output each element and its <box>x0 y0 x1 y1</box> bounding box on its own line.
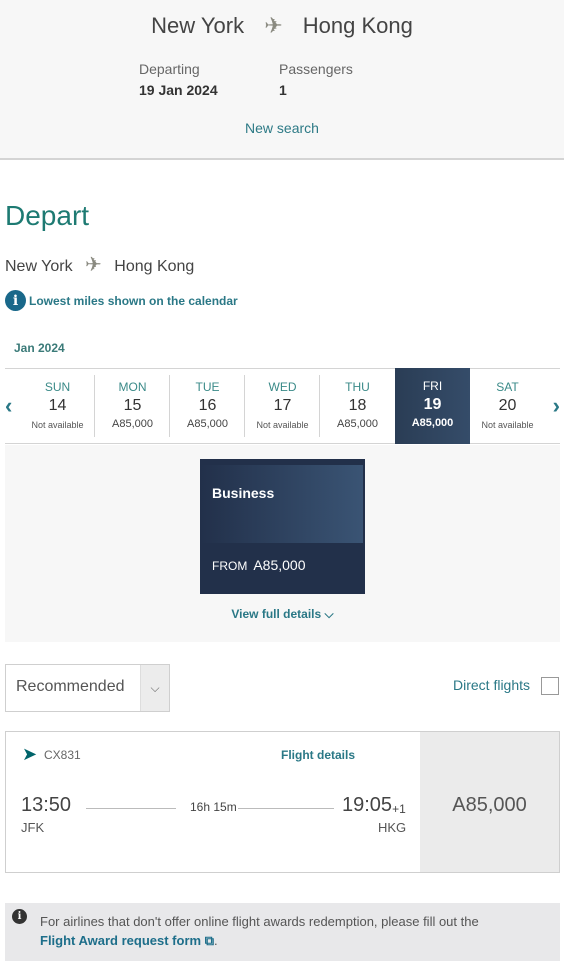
calendar-day-15[interactable]: MON 15 A85,000 <box>95 369 170 443</box>
plane-icon: ✈ <box>264 13 283 39</box>
day-of-week: FRI <box>422 379 443 393</box>
cabin-price-value: A85,000 <box>253 557 306 573</box>
departure-time: 13:50 <box>21 794 72 816</box>
chevron-down-icon: ⌵ <box>140 665 169 711</box>
notice-text: For airlines that don't offer online fli… <box>40 912 550 950</box>
departing-label: Departing <box>139 61 200 77</box>
award-notice: i For airlines that don't offer online f… <box>5 903 560 961</box>
new-search-link[interactable]: New search <box>0 120 564 136</box>
cabin-section: Business FROM A85,000 View full details ⌵ <box>5 445 560 642</box>
destination-city: Hong Kong <box>302 13 413 39</box>
calendar-day-20[interactable]: SAT 20 Not available <box>470 369 545 443</box>
flight-award-form-link[interactable]: Flight Award request form ⧉ <box>40 933 214 948</box>
day-number: 15 <box>123 397 142 414</box>
search-summary: New York ✈ Hong Kong Departing 19 Jan 20… <box>0 0 564 160</box>
destination-city: Hong Kong <box>114 258 195 275</box>
arrival-airport: HKG <box>378 820 407 835</box>
notice-body: For airlines that don't offer online fli… <box>40 914 479 929</box>
prev-week-arrow-icon[interactable]: ‹ <box>5 393 12 419</box>
day-number: 14 <box>48 397 67 414</box>
airline-logo-icon: ➤ <box>22 744 38 764</box>
day-price: A85,000 <box>337 418 378 430</box>
from-label: FROM <box>212 559 248 573</box>
direct-flights-label: Direct flights <box>453 677 531 693</box>
day-price: Not available <box>256 420 309 430</box>
external-link-icon: ⧉ <box>204 933 214 948</box>
date-calendar: ‹ SUN 14 Not available MON 15 A85,000 TUE 16 A85… <box>5 368 560 444</box>
sort-value: Recommended <box>16 678 125 695</box>
departing-info: Departing 19 Jan 2024 <box>139 61 218 98</box>
info-text: Lowest miles shown on the calendar <box>29 293 238 308</box>
cabin-card-business[interactable]: Business FROM A85,000 <box>200 459 365 594</box>
cabin-price: FROM A85,000 <box>212 557 306 573</box>
day-number: 17 <box>273 397 292 414</box>
day-price: A85,000 <box>411 417 454 429</box>
flight-details-link[interactable]: Flight details <box>281 748 355 762</box>
view-full-details-label: View full details <box>231 607 322 621</box>
origin-city: New York <box>5 258 73 275</box>
fare-select-button[interactable]: A85,000 <box>420 732 559 872</box>
notice-suffix: . <box>214 933 218 948</box>
timeline-line <box>238 808 334 809</box>
day-of-week: TUE <box>195 380 220 394</box>
calendar-day-18[interactable]: THU 18 A85,000 <box>320 369 395 443</box>
day-price: Not available <box>481 420 534 430</box>
cabin-name: Business <box>212 485 275 501</box>
day-number: 20 <box>498 397 517 414</box>
arrival-time: 19:05+1 <box>342 794 406 817</box>
day-number: 19 <box>423 396 442 413</box>
day-of-week: MON <box>118 380 147 394</box>
calendar-month: Jan 2024 <box>14 341 65 355</box>
calendar-day-14[interactable]: SUN 14 Not available <box>20 369 95 443</box>
flight-number: CX831 <box>44 748 81 762</box>
passengers-value: 1 <box>279 82 287 98</box>
flight-duration: 16h 15m <box>190 800 237 814</box>
arrival-time-value: 19:05 <box>342 794 393 816</box>
calendar-day-17[interactable]: WED 17 Not available <box>245 369 320 443</box>
day-price: A85,000 <box>112 418 153 430</box>
flight-award-form-label: Flight Award request form <box>40 933 202 948</box>
day-of-week: SAT <box>496 380 519 394</box>
calendar-day-16[interactable]: TUE 16 A85,000 <box>170 369 245 443</box>
day-of-week: WED <box>268 380 297 394</box>
next-week-arrow-icon[interactable]: › <box>553 393 560 419</box>
day-offset: +1 <box>392 802 406 816</box>
page-title: Depart <box>5 200 90 231</box>
day-of-week: THU <box>345 380 370 394</box>
calendar-info: i Lowest miles shown on the calendar <box>5 290 238 311</box>
calendar-day-19[interactable]: FRI 19 A85,000 <box>395 368 470 444</box>
passengers-label: Passengers <box>279 61 353 77</box>
origin-city: New York <box>151 13 245 39</box>
plane-icon: ✈ <box>85 254 102 276</box>
passengers-info: Passengers 1 <box>279 61 353 98</box>
route-header: New York ✈ Hong Kong <box>0 12 564 39</box>
day-number: 16 <box>198 397 217 414</box>
info-icon: i <box>5 290 26 311</box>
day-price: A85,000 <box>187 418 228 430</box>
direct-flights-checkbox[interactable] <box>541 677 559 695</box>
chevron-down-icon: ⌵ <box>324 607 334 621</box>
day-price: Not available <box>31 420 84 430</box>
day-of-week: SUN <box>44 380 71 394</box>
info-icon: i <box>12 909 27 924</box>
view-full-details-link[interactable]: View full details ⌵ <box>5 607 560 622</box>
day-number: 18 <box>348 397 367 414</box>
cabin-banner <box>200 465 363 543</box>
sort-select[interactable]: Recommended ⌵ <box>5 664 170 712</box>
fare-price: A85,000 <box>452 794 527 816</box>
depart-route: New York ✈ Hong Kong <box>5 252 194 277</box>
flight-card: ➤ CX831 Flight details 13:50 JFK 16h 15m… <box>5 731 560 873</box>
departure-airport: JFK <box>21 820 45 835</box>
timeline-line <box>86 808 176 809</box>
departing-value: 19 Jan 2024 <box>139 82 218 98</box>
